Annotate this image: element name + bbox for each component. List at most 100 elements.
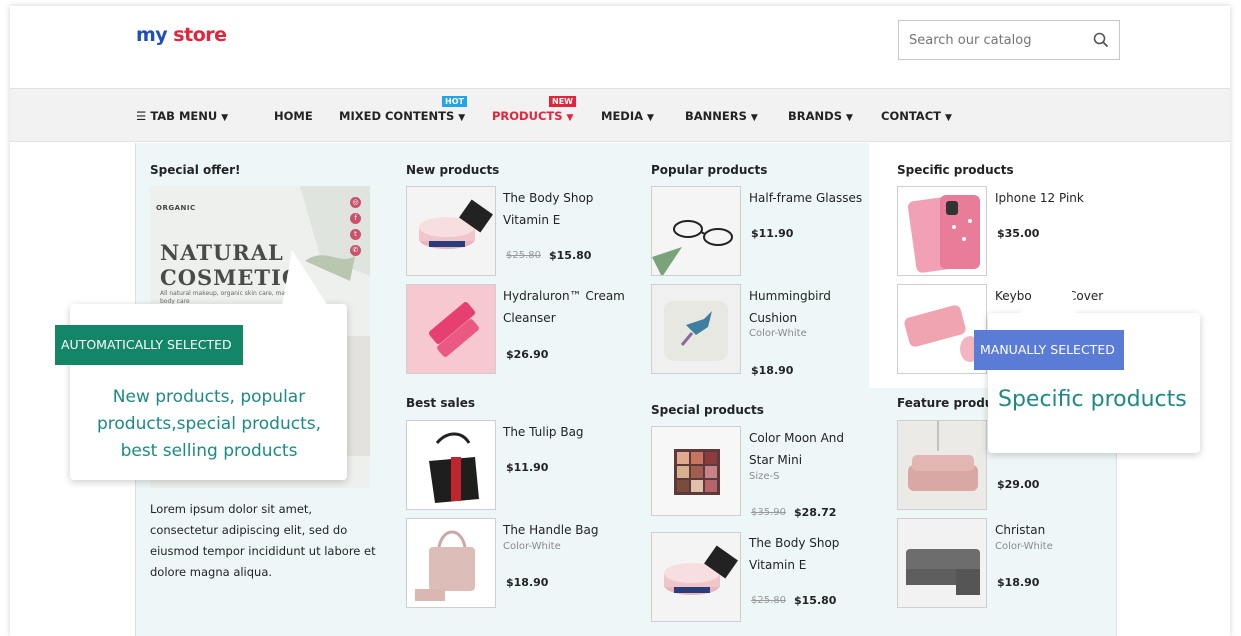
product-price: $26.90: [506, 348, 549, 361]
instagram-icon[interactable]: ◎: [350, 197, 361, 208]
banner-headline: NATURAL COSMETIC: [160, 240, 300, 290]
nav-label: TAB MENU: [150, 109, 218, 123]
product-name[interactable]: Christan: [995, 519, 1110, 541]
product-price: $15.80: [549, 249, 592, 262]
product-price: $18.90: [506, 576, 549, 589]
product-attribute: Color-White: [749, 328, 807, 339]
special-offer-description: Lorem ipsum dolor sit amet, consectetur …: [150, 502, 376, 579]
banner-headline-line2: COSMETIC: [160, 265, 300, 290]
pink-sofa-image: [898, 421, 986, 509]
product-thumb-handle-bag[interactable]: [406, 518, 496, 608]
eyeshadow-image: [652, 427, 740, 515]
caret-down-icon: ▼: [647, 113, 654, 123]
product-thumb-tulip-bag[interactable]: [406, 420, 496, 510]
specific-products-title: Specific products: [897, 163, 1014, 177]
product-name[interactable]: Color Moon And Star Mini: [749, 427, 864, 471]
product-attribute: Color-White: [995, 541, 1053, 552]
product-price: $28.72: [794, 506, 837, 519]
product-thumb-eyeshadow[interactable]: [651, 426, 741, 516]
product-name[interactable]: The Handle Bag: [503, 519, 628, 541]
nav-label: BANNERS: [685, 109, 747, 123]
product-thumb-cream-jar[interactable]: [406, 186, 496, 276]
nav-label: HOME: [274, 109, 313, 123]
auto-description-line2: products,special products,: [96, 414, 321, 434]
nav-contact[interactable]: CONTACT ▼: [881, 109, 952, 123]
nav-label: MEDIA: [601, 109, 644, 123]
automatically-selected-tag: AUTOMATICALLY SELECTED: [55, 325, 243, 365]
product-attribute: Color-White: [503, 541, 561, 552]
pink-phone-image: [898, 187, 986, 275]
manual-selected-description: Specific products: [998, 387, 1187, 412]
product-thumb-cleanser[interactable]: [406, 284, 496, 374]
twitter-icon[interactable]: t: [350, 229, 361, 240]
nav-banners[interactable]: BANNERS ▼: [685, 109, 758, 123]
caret-down-icon: ▼: [221, 113, 229, 123]
product-name[interactable]: The Body Shop Vitamin E: [503, 187, 628, 231]
search-icon[interactable]: [1093, 32, 1109, 48]
cushion-image: [652, 285, 740, 373]
glasses-image: [652, 187, 740, 275]
nav-label: CONTACT: [881, 109, 941, 123]
product-name[interactable]: Half-frame Glasses: [749, 187, 874, 209]
product-old-price: $25.80: [751, 595, 786, 606]
search-box: [898, 20, 1120, 60]
caret-down-icon: ▼: [566, 113, 574, 123]
product-price: $35.00: [997, 227, 1040, 240]
new-products-title: New products: [406, 163, 500, 177]
facebook-icon[interactable]: f: [350, 213, 361, 224]
banner-brand: ORGANIC: [156, 204, 196, 212]
nav-tab-menu[interactable]: ☰ TAB MENU ▼: [136, 109, 228, 123]
cream-jar-image: [407, 187, 495, 275]
auto-description-line1: New products, popular: [112, 387, 306, 407]
caret-down-icon: ▼: [750, 113, 758, 123]
best-sales-title: Best sales: [406, 396, 475, 410]
manually-selected-tag: MANUALLY SELECTED: [974, 330, 1124, 370]
auto-description-line3: best selling products: [120, 441, 298, 461]
caret-down-icon: ▼: [845, 113, 853, 123]
product-attribute: Size-S: [749, 471, 780, 482]
product-old-price: $25.80: [506, 250, 541, 261]
hamburger-icon: ☰: [136, 109, 147, 123]
product-thumb-pink-phone[interactable]: [897, 186, 987, 276]
auto-selected-description: New products, popular products,special p…: [82, 384, 336, 465]
product-price: $29.00: [997, 478, 1040, 491]
nav-label: BRANDS: [788, 109, 842, 123]
product-thumb-glasses[interactable]: [651, 186, 741, 276]
black-bag-image: [407, 421, 495, 509]
nav-home[interactable]: HOME: [274, 109, 313, 123]
product-price: $11.90: [751, 227, 794, 240]
product-name[interactable]: Iphone 12 Pink: [995, 187, 1110, 209]
nav-brands[interactable]: BRANDS ▼: [788, 109, 853, 123]
popular-products-title: Popular products: [651, 163, 768, 177]
logo-part-store: store: [167, 24, 227, 46]
product-price: $11.90: [506, 461, 549, 474]
caret-down-icon: ▼: [944, 113, 952, 123]
nav-media[interactable]: MEDIA ▼: [601, 109, 654, 123]
main-nav: ☰ TAB MENU ▼ HOME HOT MIXED CONTENTS ▼ NEW…: [10, 88, 1230, 142]
product-price: $18.90: [751, 364, 794, 377]
store-logo[interactable]: my store: [136, 24, 227, 46]
product-thumb-pink-sofa[interactable]: [897, 420, 987, 510]
nav-label: MIXED CONTENTS: [339, 109, 455, 123]
product-old-price: $35.90: [751, 507, 786, 518]
product-price: $18.90: [997, 576, 1040, 589]
search-input[interactable]: [899, 21, 1079, 59]
product-thumb-cream-jar-2[interactable]: [651, 532, 741, 622]
new-badge: NEW: [549, 96, 576, 107]
product-name[interactable]: The Tulip Bag: [503, 421, 628, 443]
product-price: $15.80: [794, 594, 837, 607]
product-thumb-grey-sofa[interactable]: [897, 518, 987, 608]
cream-jar-image: [652, 533, 740, 621]
nav-products[interactable]: NEW PRODUCTS ▼: [492, 96, 576, 123]
nav-label: PRODUCTS: [492, 109, 563, 123]
special-offer-title: Special offer!: [150, 163, 241, 177]
logo-part-my: my: [136, 24, 168, 46]
product-name[interactable]: Hydraluron™ Cream Cleanser: [503, 285, 628, 329]
caret-down-icon: ▼: [458, 113, 466, 123]
product-name[interactable]: Hummingbird Cushion: [749, 285, 874, 329]
nav-mixed-contents[interactable]: HOT MIXED CONTENTS ▼: [339, 96, 467, 123]
product-thumb-cushion[interactable]: [651, 284, 741, 374]
whatsapp-icon[interactable]: ✆: [350, 245, 361, 256]
product-name[interactable]: The Body Shop Vitamin E: [749, 532, 874, 576]
pink-handbag-image: [407, 519, 495, 607]
